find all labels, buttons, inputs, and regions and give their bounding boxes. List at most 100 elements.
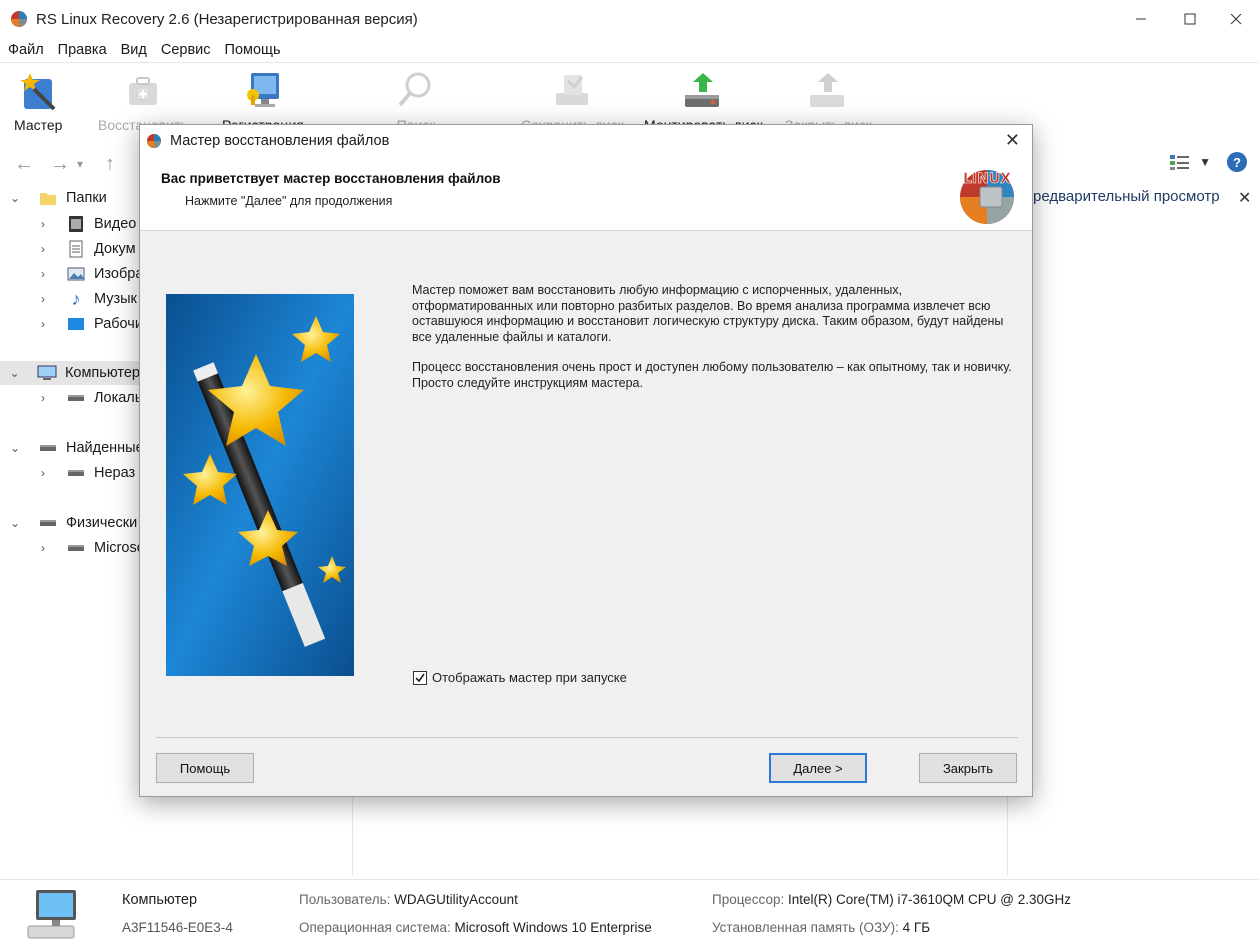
back-button[interactable]: ←	[12, 153, 36, 176]
view-options-icon[interactable]	[1169, 153, 1191, 171]
tree-node-music[interactable]: › ♪ Музык	[36, 287, 137, 311]
dialog-close-button[interactable]: ✕	[1005, 130, 1020, 151]
drive-icon	[66, 464, 86, 482]
dialog-title: Мастер восстановления файлов	[170, 133, 390, 149]
tree-node-documents[interactable]: › Докум	[36, 237, 136, 261]
master-label: Мастер	[14, 117, 63, 133]
tree-label-images: Изобра	[94, 266, 144, 282]
wizard-banner-image	[166, 294, 354, 676]
close-dialog-button[interactable]: Закрыть	[919, 753, 1017, 783]
tree-label-music: Музык	[94, 291, 137, 307]
preview-pane-title: редварительный просмотр	[1033, 188, 1220, 205]
tree-node-found[interactable]: ⌄ Найденные	[8, 436, 144, 460]
collapse-chevron-icon[interactable]: ⌄	[8, 441, 22, 455]
master-tool-button[interactable]: Мастер	[14, 69, 62, 133]
dialog-paragraph-1: Мастер поможет вам восстановить любую ин…	[412, 283, 1004, 344]
expand-chevron-icon[interactable]: ›	[36, 267, 50, 281]
drive-icon	[66, 539, 86, 557]
tree-node-local-disk[interactable]: › Локаль	[36, 386, 142, 410]
tree-label-folders: Папки	[66, 190, 107, 206]
expand-chevron-icon[interactable]: ›	[36, 317, 50, 331]
search-icon	[398, 72, 431, 107]
tree-label-physical: Физически	[66, 515, 138, 531]
maximize-button[interactable]	[1167, 0, 1213, 38]
menu-help[interactable]: Помощь	[225, 42, 281, 58]
save-disk-icon	[556, 75, 589, 105]
checkbox-box[interactable]	[413, 670, 427, 685]
documents-folder-icon	[66, 240, 86, 258]
drive-icon	[38, 439, 58, 457]
status-ram-value: 4 ГБ	[902, 920, 931, 935]
expand-chevron-icon[interactable]: ›	[36, 217, 50, 231]
dialog-titlebar[interactable]: Мастер восстановления файлов ✕	[140, 125, 1032, 157]
dialog-paragraph-2: Процесс восстановления очень прост и дос…	[412, 360, 1012, 390]
tree-label-unallocated: Нераз	[94, 465, 136, 481]
mount-disk-icon	[685, 73, 720, 107]
minimize-button[interactable]	[1115, 0, 1167, 38]
help-icon: ?	[1233, 154, 1241, 170]
tree-node-folders[interactable]: ⌄ Папки	[8, 186, 107, 210]
status-cpu-value: Intel(R) Core(TM) i7-3610QM CPU @ 2.30GH…	[788, 892, 1072, 907]
maximize-icon	[1184, 13, 1196, 25]
tree-node-microsoft[interactable]: › Microso	[36, 536, 145, 560]
tree-node-video[interactable]: › Видео	[36, 212, 136, 236]
collapse-chevron-icon[interactable]: ⌄	[8, 191, 22, 205]
next-button[interactable]: Далее >	[769, 753, 867, 783]
forward-button[interactable]: →	[48, 153, 72, 176]
dialog-header: Вас приветствует мастер восстановления ф…	[140, 157, 1032, 231]
status-cpu-label: Процессор:	[712, 892, 785, 907]
close-window-button[interactable]	[1213, 0, 1259, 38]
close-disk-icon	[810, 73, 845, 107]
menu-service[interactable]: Сервис	[161, 42, 211, 58]
help-dialog-button[interactable]: Помощь	[156, 753, 254, 783]
tree-label-found: Найденные	[66, 440, 144, 456]
preview-close-button[interactable]: ✕	[1238, 188, 1251, 208]
up-button[interactable]: ↑	[98, 153, 122, 176]
tree-node-physical[interactable]: ⌄ Физически	[8, 511, 137, 535]
menu-file[interactable]: Файл	[8, 42, 44, 58]
music-folder-icon: ♪	[71, 288, 81, 309]
linux-recovery-logo-icon: LINUX	[960, 170, 1014, 224]
dialog-description: Мастер поможет вам восстановить любую ин…	[412, 283, 1022, 406]
status-computer-name: Компьютер	[122, 892, 198, 908]
status-user-label: Пользователь:	[299, 892, 391, 907]
tree-node-computer[interactable]: ⌄ Компьютер	[0, 361, 140, 385]
registration-icon	[246, 73, 279, 107]
tree-node-unallocated[interactable]: › Нераз	[36, 461, 135, 485]
dialog-heading: Вас приветствует мастер восстановления ф…	[161, 171, 501, 186]
tree-label-local: Локаль	[94, 390, 143, 406]
computer-icon	[37, 364, 57, 382]
expand-chevron-icon[interactable]: ›	[36, 242, 50, 256]
view-dropdown-icon[interactable]: ▼	[1199, 155, 1211, 169]
drive-icon	[66, 389, 86, 407]
expand-chevron-icon[interactable]: ›	[36, 391, 50, 405]
computer-icon	[27, 890, 76, 939]
collapse-chevron-icon[interactable]: ⌄	[8, 516, 22, 530]
history-dropdown-button[interactable]: ▾	[74, 157, 86, 171]
menu-view[interactable]: Вид	[121, 42, 147, 58]
logo-text: LINUX	[963, 171, 1011, 187]
desktop-folder-icon	[66, 315, 86, 333]
folder-tree: ⌄ Папки › Видео › Докум › Изобра › ♪ Муз…	[0, 186, 145, 876]
expand-chevron-icon[interactable]: ›	[36, 466, 50, 480]
expand-chevron-icon[interactable]: ›	[36, 292, 50, 306]
tree-node-desktop[interactable]: › Рабочи	[36, 312, 143, 336]
expand-chevron-icon[interactable]: ›	[36, 541, 50, 555]
tree-label-desktop: Рабочи	[94, 316, 143, 332]
tree-label-computer: Компьютер	[64, 365, 140, 381]
tree-label-documents: Докум	[94, 241, 136, 257]
app-titlebar: RS Linux Recovery 2.6 (Незарегистрирован…	[0, 0, 1259, 38]
minimize-icon	[1136, 18, 1146, 20]
tree-node-images[interactable]: › Изобра	[36, 262, 143, 286]
show-on-start-checkbox[interactable]: Отображать мастер при запуске	[413, 670, 627, 685]
status-bar: Компьютер A3F11546-E0E3-4 Пользователь: …	[0, 879, 1259, 949]
help-button[interactable]: ?	[1227, 152, 1247, 172]
show-on-start-label: Отображать мастер при запуске	[432, 670, 627, 685]
close-icon	[1230, 13, 1242, 25]
status-user-value: WDAGUtilityAccount	[394, 892, 518, 907]
collapse-chevron-icon[interactable]: ⌄	[8, 366, 21, 380]
menu-edit[interactable]: Правка	[58, 42, 107, 58]
app-title: RS Linux Recovery 2.6 (Незарегистрирован…	[36, 10, 418, 28]
dialog-subheading: Нажмите "Далее" для продолжения	[185, 194, 393, 208]
app-logo-icon	[147, 134, 161, 148]
